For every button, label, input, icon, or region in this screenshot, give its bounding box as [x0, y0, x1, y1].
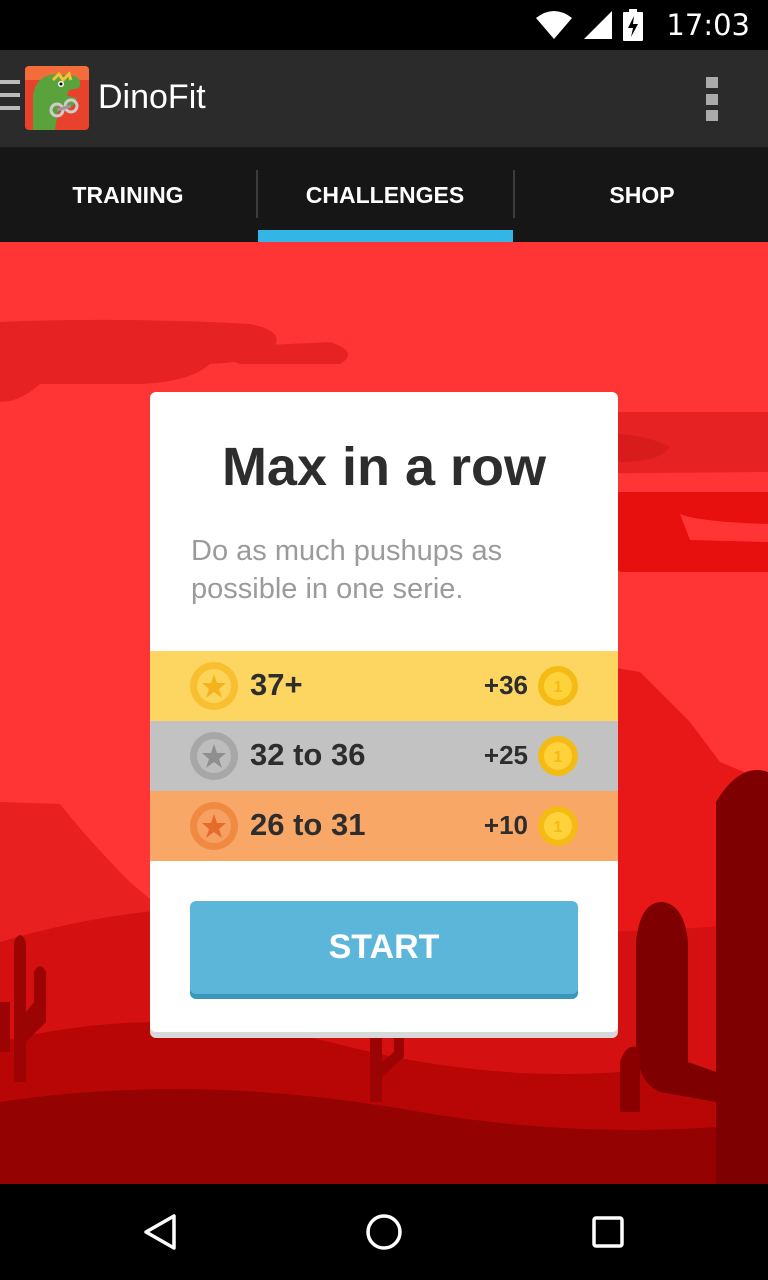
- coin-icon: 1: [538, 736, 578, 776]
- tab-training[interactable]: TRAINING: [0, 148, 256, 242]
- bronze-medal-icon: [190, 802, 238, 850]
- tab-selected-indicator: [258, 230, 513, 242]
- tier-row-silver: 32 to 36 +25 1: [150, 721, 618, 791]
- challenge-description: Do as much pushups as possible in one se…: [191, 535, 503, 605]
- recents-icon[interactable]: [588, 1212, 628, 1252]
- svg-text:1: 1: [554, 679, 563, 696]
- challenge-card: Max in a row Do as much pushups as possi…: [150, 392, 618, 1032]
- tier-range: 32 to 36: [250, 737, 366, 772]
- tier-range: 26 to 31: [250, 807, 366, 842]
- start-button[interactable]: START: [190, 901, 578, 994]
- wifi-icon: [536, 11, 572, 39]
- tab-challenges[interactable]: CHALLENGES: [257, 148, 513, 242]
- status-time: 17:03: [666, 8, 750, 42]
- silver-medal-icon: [190, 732, 238, 780]
- app-logo[interactable]: [25, 66, 89, 130]
- tier-range: 37+: [250, 667, 303, 702]
- tier-reward: +25: [483, 740, 528, 770]
- back-icon[interactable]: [140, 1212, 180, 1252]
- status-bar: 17:03: [0, 0, 768, 50]
- svg-text:1: 1: [554, 819, 563, 836]
- navigation-bar: [0, 1184, 768, 1280]
- tab-bar: TRAINING CHALLENGES SHOP: [0, 148, 768, 242]
- svg-text:1: 1: [554, 749, 563, 766]
- gold-medal-icon: [190, 662, 238, 710]
- signal-icon: [584, 11, 612, 39]
- tier-reward: +10: [483, 810, 528, 840]
- tier-reward: +36: [483, 670, 528, 700]
- app-title: DinoFit: [98, 78, 206, 116]
- tab-shop[interactable]: SHOP: [514, 148, 768, 242]
- status-icons: [535, 9, 643, 41]
- tier-row-gold: 37+ +36 1: [150, 651, 618, 721]
- action-bar: DinoFit: [0, 50, 768, 148]
- overflow-menu-icon[interactable]: [706, 77, 718, 121]
- home-icon[interactable]: [364, 1212, 404, 1252]
- coin-icon: 1: [538, 666, 578, 706]
- drawer-icon[interactable]: [0, 80, 20, 116]
- tier-row-bronze: 26 to 31 +10 1: [150, 791, 618, 861]
- challenge-title: Max in a row: [221, 437, 547, 497]
- coin-icon: 1: [538, 806, 578, 846]
- battery-charging-icon: [623, 9, 643, 41]
